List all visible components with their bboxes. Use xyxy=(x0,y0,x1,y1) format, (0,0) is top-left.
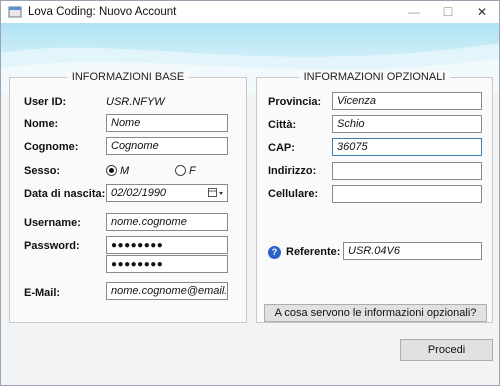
cellulare-field[interactable] xyxy=(332,185,482,203)
nome-field[interactable]: Nome xyxy=(106,114,228,132)
base-info-title: INFORMAZIONI BASE xyxy=(10,71,246,83)
sesso-f-label: F xyxy=(189,165,196,177)
cognome-label: Cognome: xyxy=(24,141,79,153)
referente-label: Referente: xyxy=(286,246,341,258)
base-info-panel: INFORMAZIONI BASE User ID: USR.NFYW Nome… xyxy=(9,71,247,323)
maximize-button[interactable]: ☐ xyxy=(431,1,465,23)
username-field[interactable]: nome.cognome xyxy=(106,213,228,231)
email-label: E-Mail: xyxy=(24,287,61,299)
proceed-button[interactable]: Procedi xyxy=(400,339,493,361)
indirizzo-field[interactable] xyxy=(332,162,482,180)
sesso-f-radio[interactable] xyxy=(175,165,186,176)
referente-field[interactable]: USR.04V6 xyxy=(343,242,482,260)
indirizzo-label: Indirizzo: xyxy=(268,165,317,177)
date-picker[interactable]: 02/02/1990 xyxy=(106,184,228,202)
window-title: Lova Coding: Nuovo Account xyxy=(28,6,177,18)
optional-info-title-text: INFORMAZIONI OPZIONALI xyxy=(298,71,451,83)
app-icon xyxy=(8,5,22,19)
close-button[interactable]: ✕ xyxy=(465,1,499,23)
sesso-label: Sesso: xyxy=(24,165,61,177)
calendar-dropdown-icon[interactable] xyxy=(208,187,224,199)
cap-field[interactable]: 36075 xyxy=(332,138,482,156)
provincia-label: Provincia: xyxy=(268,96,322,108)
password-label: Password: xyxy=(24,240,80,252)
nascita-label: Data di nascita: xyxy=(24,188,106,200)
password-confirm-field[interactable]: ●●●●●●●● xyxy=(106,255,228,273)
title-bar: Lova Coding: Nuovo Account — ☐ ✕ xyxy=(1,1,499,23)
citta-label: Città: xyxy=(268,119,297,131)
user-id-value: USR.NFYW xyxy=(106,96,165,108)
email-field[interactable]: nome.cognome@email.it xyxy=(106,282,228,300)
window-controls: — ☐ ✕ xyxy=(397,1,499,23)
sesso-m-label: M xyxy=(120,165,130,177)
nome-label: Nome: xyxy=(24,118,59,130)
nascita-value: 02/02/1990 xyxy=(111,187,167,199)
cellulare-label: Cellulare: xyxy=(268,188,319,200)
cap-label: CAP: xyxy=(268,142,295,154)
help-icon[interactable]: ? xyxy=(268,246,281,259)
minimize-button[interactable]: — xyxy=(397,1,431,23)
password-field[interactable]: ●●●●●●●● xyxy=(106,236,228,254)
username-label: Username: xyxy=(24,217,81,229)
account-window: Lova Coding: Nuovo Account — ☐ ✕ INFORMA… xyxy=(0,0,500,386)
optional-info-title: INFORMAZIONI OPZIONALI xyxy=(257,71,492,83)
cognome-field[interactable]: Cognome xyxy=(106,137,228,155)
base-info-title-text: INFORMAZIONI BASE xyxy=(66,71,190,83)
sesso-m-radio[interactable] xyxy=(106,165,117,176)
optional-info-panel: INFORMAZIONI OPZIONALI Provincia: Vicenz… xyxy=(256,71,493,323)
info-optional-button[interactable]: A cosa servono le informazioni opzionali… xyxy=(264,304,487,322)
citta-field[interactable]: Schio xyxy=(332,115,482,133)
user-id-label: User ID: xyxy=(24,96,67,108)
provincia-field[interactable]: Vicenza xyxy=(332,92,482,110)
